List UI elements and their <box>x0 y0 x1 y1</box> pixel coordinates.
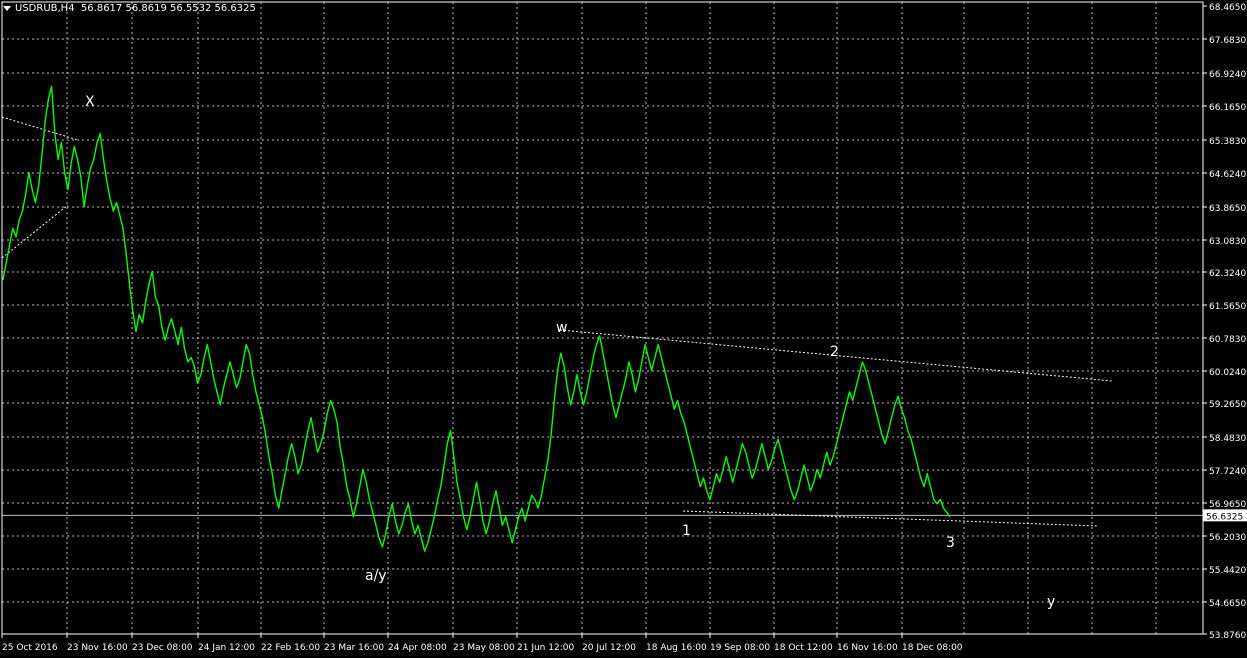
wave-labels: Xa/y w 1 2 3 y <box>85 94 1055 610</box>
x-tick-label: 18 Aug 16:00 <box>646 643 707 653</box>
x-tick-label: 24 Apr 08:00 <box>388 643 447 653</box>
dropdown-triangle-icon[interactable] <box>3 5 11 11</box>
x-tick-label: 23 Dec 08:00 <box>132 643 193 653</box>
grid <box>2 2 1203 634</box>
y-tick-label: 57.7240 <box>1209 467 1246 477</box>
y-tick-label: 65.3830 <box>1209 137 1246 147</box>
wave-label: a/y <box>365 568 387 584</box>
y-tick-label: 53.8760 <box>1209 631 1246 641</box>
chart-symbol: USDRUB,H4 <box>15 3 75 14</box>
y-tick-label: 60.7830 <box>1209 335 1246 345</box>
wave-label: y <box>1047 594 1055 610</box>
wave-label: w <box>556 320 567 336</box>
x-tick-label: 24 Jan 12:00 <box>198 643 255 653</box>
y-tick-label: 63.0830 <box>1209 237 1246 247</box>
x-tick-label: 23 May 08:00 <box>453 643 515 653</box>
price-chart[interactable]: Xa/y w 1 2 3 y 68.4650 67.6830 66.9240 66.1650 65… <box>0 0 1247 658</box>
y-tick-label: 56.2030 <box>1209 533 1246 543</box>
x-tick-label: 18 Oct 12:00 <box>774 643 833 653</box>
price-series <box>2 85 951 552</box>
x-tick-label: 19 Sep 08:00 <box>710 643 770 653</box>
y-tick-label: 64.6240 <box>1209 170 1246 180</box>
plot-frame <box>1 1 1204 635</box>
y-tick-label: 56.9650 <box>1209 500 1246 510</box>
current-price-label: 56.6325 <box>1206 512 1243 522</box>
chart-ohlc: 56.8617 56.8619 56.5532 56.6325 <box>80 3 256 14</box>
x-tick-label: 20 Jul 12:00 <box>582 643 636 653</box>
y-tick-label: 63.8650 <box>1209 204 1246 214</box>
price-line <box>2 85 951 552</box>
y-tick-label: 62.3240 <box>1209 269 1246 279</box>
x-tick-label: 16 Nov 16:00 <box>837 643 898 653</box>
axes: 68.4650 67.6830 66.9240 66.1650 65.3830 64.62… <box>1 1 1247 653</box>
x-tick-label: 22 Feb 16:00 <box>261 643 320 653</box>
y-tick-label: 60.0240 <box>1209 368 1246 378</box>
x-tick-label: 23 Nov 16:00 <box>67 643 128 653</box>
x-tick-label: 23 Mar 16:00 <box>324 643 384 653</box>
y-tick-label: 68.4650 <box>1209 3 1246 13</box>
wave-label: 1 <box>682 523 691 539</box>
wave-label: X <box>85 94 95 110</box>
y-tick-label: 59.2650 <box>1209 400 1246 410</box>
chart-header[interactable]: USDRUB,H4 56.8617 56.8619 56.5532 56.632… <box>3 3 256 14</box>
y-tick-label: 58.4830 <box>1209 434 1246 444</box>
x-tick-label: 18 Dec 08:00 <box>902 643 963 653</box>
wave-label: 3 <box>946 535 955 551</box>
trendline <box>682 510 1099 527</box>
y-tick-label: 66.9240 <box>1209 70 1246 80</box>
x-tick-label: 25 Oct 2016 <box>2 643 58 653</box>
y-tick-label: 66.1650 <box>1209 103 1246 113</box>
y-tick-label: 54.6650 <box>1209 599 1246 609</box>
x-tick-label: 21 Jun 12:00 <box>517 643 574 653</box>
wave-label: 2 <box>830 344 839 360</box>
y-tick-label: 61.5650 <box>1209 302 1246 312</box>
y-tick-label: 55.4420 <box>1209 566 1246 576</box>
y-tick-label: 67.6830 <box>1209 36 1246 46</box>
